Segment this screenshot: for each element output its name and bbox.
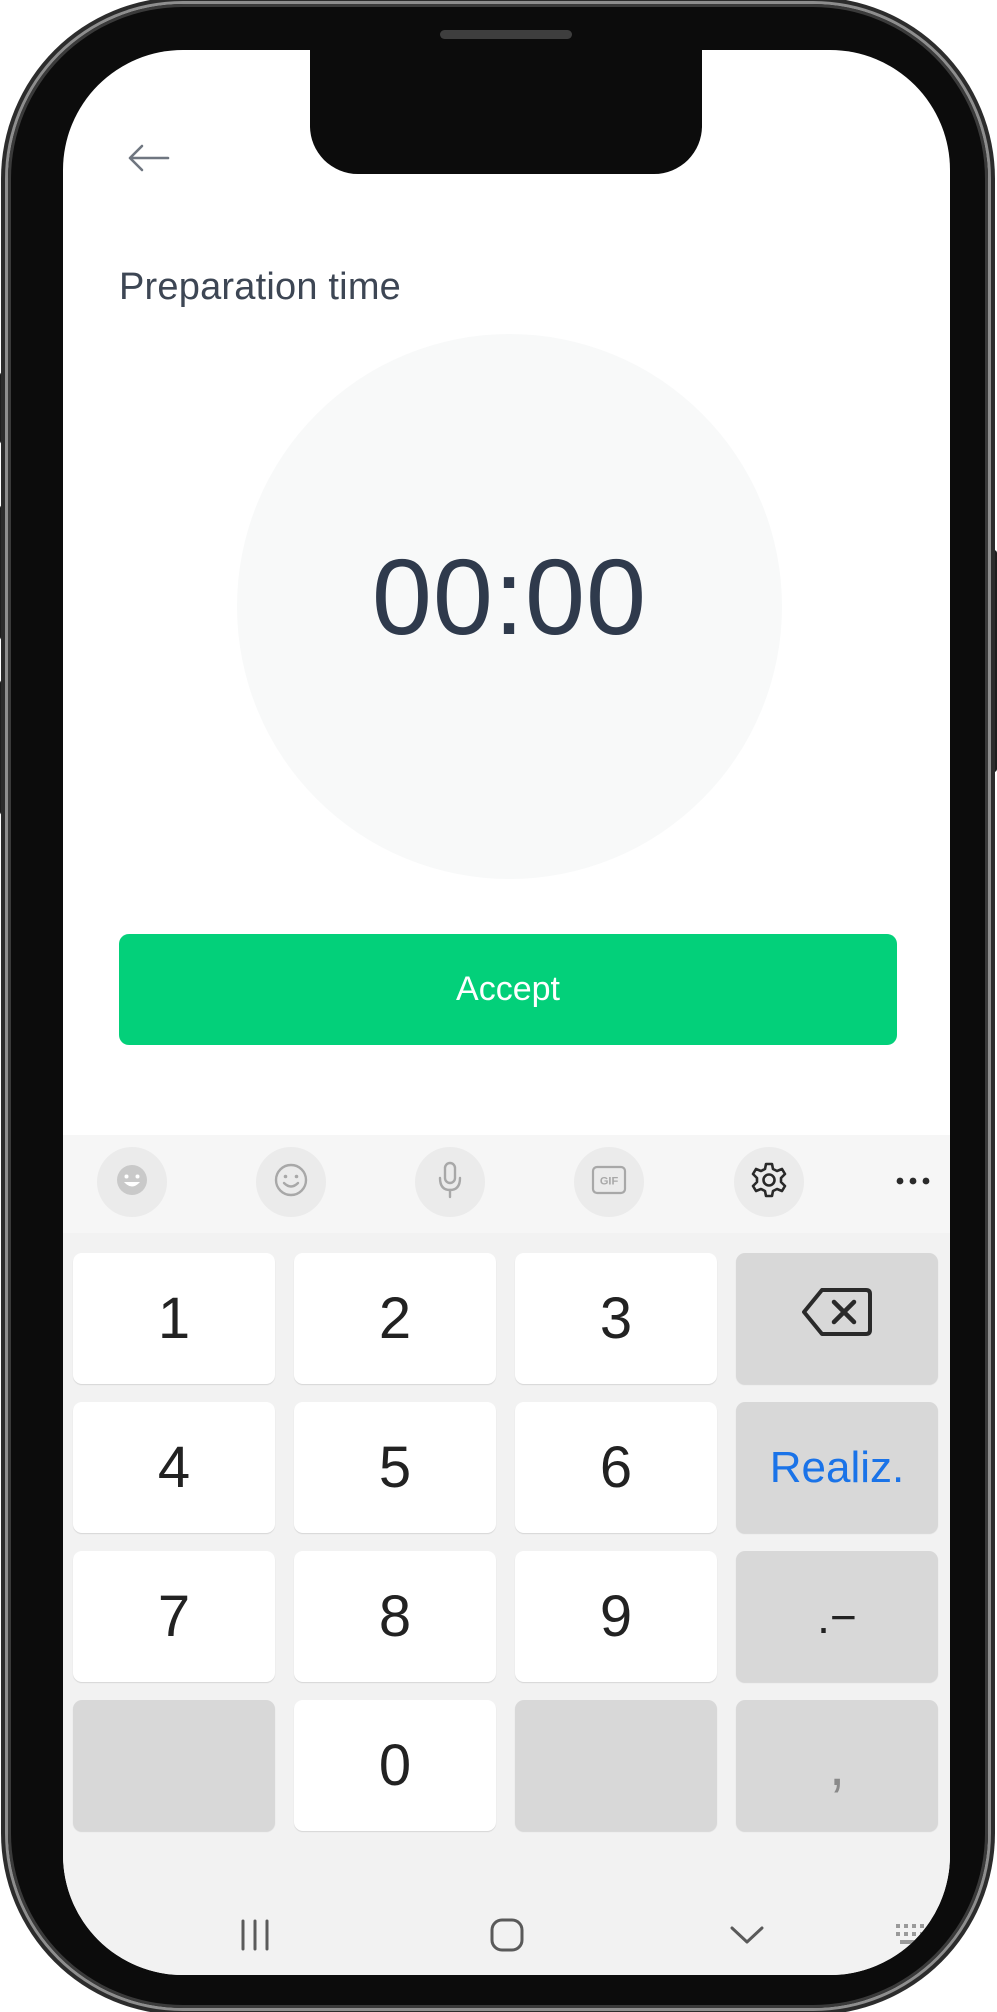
page-title: Preparation time bbox=[119, 266, 402, 308]
power-button bbox=[988, 550, 997, 772]
numeric-keyboard: GIF 1 2 3 4 5 6 Realiz. 7 8 9 .− 0 , bbox=[63, 1135, 950, 1975]
home-icon bbox=[489, 1917, 525, 1958]
phone-screen: Preparation time 00:00 Accept GIF 1 2 3 … bbox=[63, 50, 950, 1975]
notch bbox=[310, 50, 702, 174]
key-2[interactable]: 2 bbox=[294, 1253, 496, 1384]
emoji-button[interactable] bbox=[256, 1147, 326, 1217]
blank-key-right[interactable] bbox=[515, 1700, 717, 1831]
keyboard-switch-button[interactable] bbox=[881, 1907, 941, 1967]
arrow-left-icon bbox=[126, 143, 170, 178]
sticker-button[interactable] bbox=[97, 1147, 167, 1217]
key-9[interactable]: 9 bbox=[515, 1551, 717, 1682]
blank-key-left[interactable] bbox=[73, 1700, 275, 1831]
timer-value[interactable]: 00:00 bbox=[372, 534, 647, 659]
backspace-key[interactable] bbox=[736, 1253, 938, 1384]
back-button[interactable] bbox=[118, 130, 178, 190]
key-5[interactable]: 5 bbox=[294, 1402, 496, 1533]
emoji-icon bbox=[272, 1161, 310, 1204]
gif-button[interactable]: GIF bbox=[574, 1147, 644, 1217]
home-button[interactable] bbox=[477, 1907, 537, 1967]
recent-apps-button[interactable] bbox=[225, 1907, 285, 1967]
key-0[interactable]: 0 bbox=[294, 1700, 496, 1831]
timer-dial: 00:00 bbox=[237, 334, 782, 879]
key-4[interactable]: 4 bbox=[73, 1402, 275, 1533]
sticker-icon bbox=[114, 1162, 150, 1203]
done-key[interactable]: Realiz. bbox=[736, 1402, 938, 1533]
recent-apps-icon bbox=[238, 1919, 272, 1956]
keyboard-toolbar: GIF bbox=[63, 1135, 950, 1233]
key-7[interactable]: 7 bbox=[73, 1551, 275, 1682]
microphone-icon bbox=[435, 1160, 465, 1205]
hide-keyboard-button[interactable] bbox=[717, 1907, 777, 1967]
keyboard-more-button[interactable] bbox=[883, 1147, 943, 1217]
dot-dash-key[interactable]: .− bbox=[736, 1551, 938, 1682]
system-navigation-bar bbox=[63, 1903, 950, 1975]
comma-key[interactable]: , bbox=[736, 1700, 938, 1831]
more-icon bbox=[895, 1173, 931, 1191]
speaker-grille bbox=[440, 30, 572, 39]
keyboard-grid-icon bbox=[894, 1922, 928, 1953]
phone-frame: Preparation time 00:00 Accept GIF 1 2 3 … bbox=[8, 4, 988, 2008]
accept-button[interactable]: Accept bbox=[119, 934, 897, 1045]
voice-input-button[interactable] bbox=[415, 1147, 485, 1217]
keyboard-settings-button[interactable] bbox=[734, 1147, 804, 1217]
key-8[interactable]: 8 bbox=[294, 1551, 496, 1682]
key-1[interactable]: 1 bbox=[73, 1253, 275, 1384]
gif-icon: GIF bbox=[590, 1163, 628, 1202]
backspace-icon bbox=[800, 1285, 874, 1352]
key-6[interactable]: 6 bbox=[515, 1402, 717, 1533]
chevron-down-icon bbox=[729, 1924, 765, 1951]
key-3[interactable]: 3 bbox=[515, 1253, 717, 1384]
settings-icon bbox=[749, 1160, 789, 1205]
gif-label: GIF bbox=[600, 1175, 619, 1187]
